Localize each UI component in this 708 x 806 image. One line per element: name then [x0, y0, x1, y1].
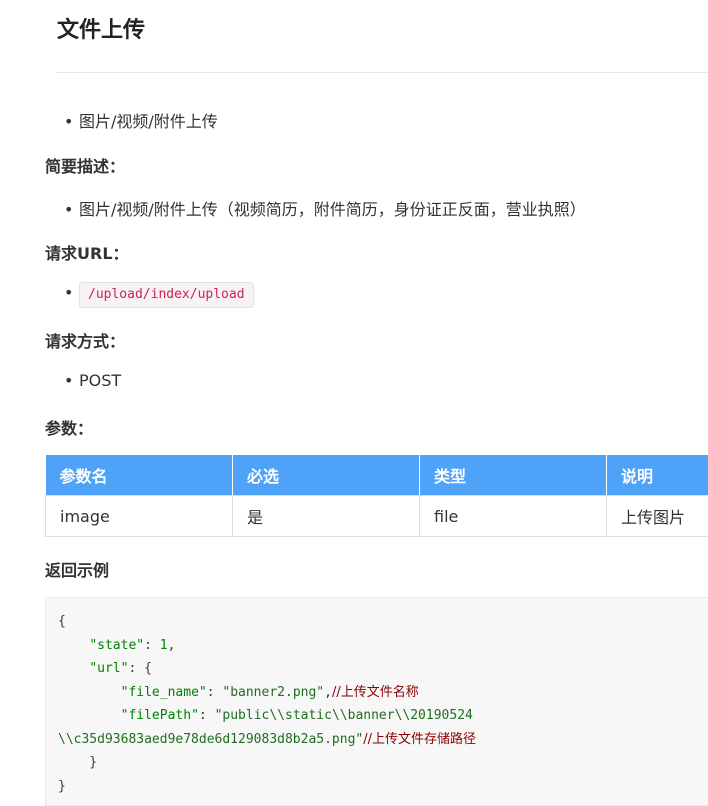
title-divider [57, 72, 708, 73]
intro-list-item: • 图片/视频/附件上传 [64, 108, 218, 132]
code-line: "url": { [89, 661, 152, 676]
table-cell: file [419, 495, 607, 537]
bullet-dot: • [64, 200, 74, 219]
code-value: { [144, 661, 152, 676]
bullet-dot: • [64, 112, 74, 131]
example-label: 返回示例 [45, 561, 110, 580]
summary-text: 图片/视频/附件上传（视频简历，附件简历，身份证正反面，营业执照） [79, 200, 586, 219]
params-label: 参数： [45, 419, 94, 438]
params-header-cell: 参数名 [45, 455, 233, 496]
code-line: } [58, 755, 98, 770]
table-row: image 是 file 上传图片 [45, 495, 708, 537]
bullet-dot: • [64, 283, 74, 302]
request-method-label: 请求方式： [45, 332, 126, 351]
page-title: 文件上传 [57, 18, 146, 43]
code-value: 1 [159, 637, 168, 653]
intro-text: 图片/视频/附件上传 [79, 112, 218, 131]
params-header-row: 参数名 必选 类型 说明 [45, 455, 708, 496]
bullet-dot: • [64, 371, 74, 390]
table-cell: image [45, 495, 233, 537]
code-key: "filePath" [120, 708, 199, 723]
request-url-list-item: • /upload/index/upload [64, 282, 254, 308]
code-comment: //上传文件存储路径 [363, 731, 477, 747]
params-header-cell: 说明 [606, 455, 708, 496]
response-example-code[interactable]: { "state": 1, "url": { "file_name": "ban… [45, 597, 708, 806]
code-line: { [58, 614, 66, 629]
request-url-code: /upload/index/upload [79, 282, 254, 308]
request-url-label: 请求URL： [45, 244, 129, 263]
code-value: "public\\static\\banner\\20190524 [214, 708, 473, 723]
request-method-list-item: • POST [64, 371, 121, 390]
code-key: "state" [89, 637, 145, 653]
summary-label: 简要描述： [45, 157, 126, 176]
code-value: \\c35d93683aed9e78de6d129083d8b2a5.png" [58, 731, 364, 747]
code-value: "banner2.png" [222, 684, 325, 700]
request-method-text: POST [79, 371, 122, 390]
params-header-cell: 类型 [419, 455, 607, 496]
table-cell: 是 [232, 495, 420, 537]
table-cell: 上传图片 [606, 495, 708, 537]
code-line: "file_name": "banner2.png",//上传文件名称 [120, 684, 419, 700]
code-line: \\c35d93683aed9e78de6d129083d8b2a5.png"/… [58, 732, 476, 747]
code-line: } [58, 778, 66, 794]
params-header-cell: 必选 [232, 455, 420, 496]
code-line: "filePath": "public\\static\\banner\\201… [120, 708, 473, 723]
code-key: "url" [89, 661, 129, 676]
summary-list-item: • 图片/视频/附件上传（视频简历，附件简历，身份证正反面，营业执照） [64, 196, 586, 220]
code-line: "state": 1, [89, 637, 176, 653]
code-key: "file_name" [120, 684, 207, 700]
code-comment: //上传文件名称 [331, 684, 419, 700]
params-table: 参数名 必选 类型 说明 image 是 file 上传图片 [45, 455, 708, 537]
